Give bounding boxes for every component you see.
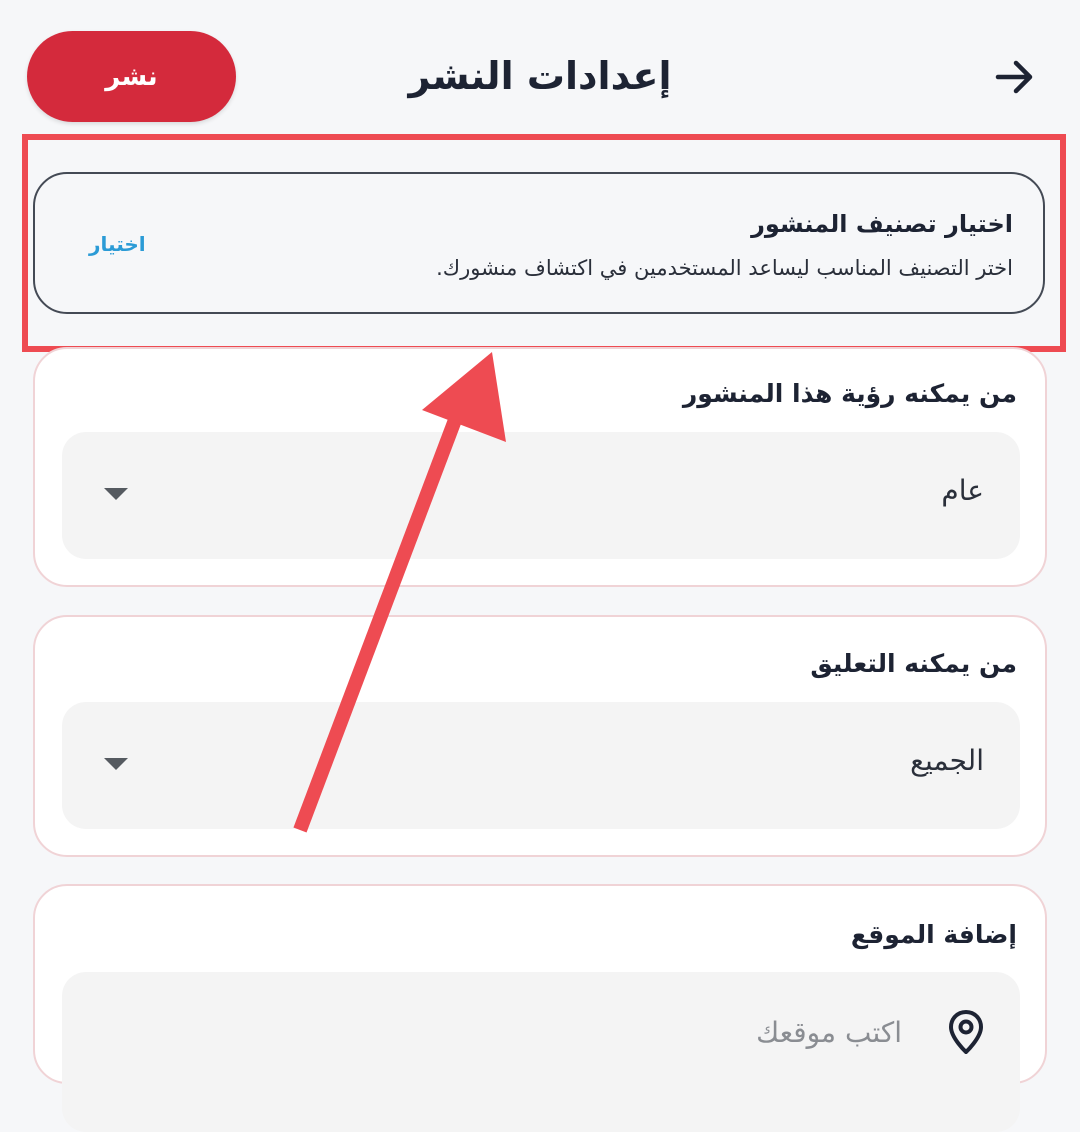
location-input[interactable]: اكتب موقعك [62, 972, 1020, 1132]
page-title: إعدادات النشر [408, 54, 672, 98]
visibility-section: من يمكنه رؤية هذا المنشور عام [33, 347, 1047, 587]
comments-label: من يمكنه التعليق [810, 649, 1017, 678]
dropdown-caret-icon [104, 758, 128, 770]
annotation-highlight-box [22, 134, 1066, 352]
location-label: إضافة الموقع [850, 920, 1017, 949]
top-bar: نشر إعدادات النشر [0, 0, 1080, 150]
location-section: إضافة الموقع اكتب موقعك [33, 884, 1047, 1132]
arrow-right-icon[interactable] [990, 52, 1040, 102]
location-pin-icon [948, 1009, 984, 1055]
publish-button[interactable]: نشر [27, 31, 236, 122]
publish-button-label: نشر [105, 61, 158, 92]
comments-select[interactable]: الجميع [62, 702, 1020, 829]
location-placeholder: اكتب موقعك [756, 1016, 902, 1049]
comments-section: من يمكنه التعليق الجميع [33, 615, 1047, 857]
dropdown-caret-icon [104, 488, 128, 500]
comments-selected-value: الجميع [910, 744, 984, 777]
visibility-select[interactable]: عام [62, 432, 1020, 559]
visibility-selected-value: عام [941, 474, 984, 507]
visibility-label: من يمكنه رؤية هذا المنشور [682, 379, 1017, 408]
